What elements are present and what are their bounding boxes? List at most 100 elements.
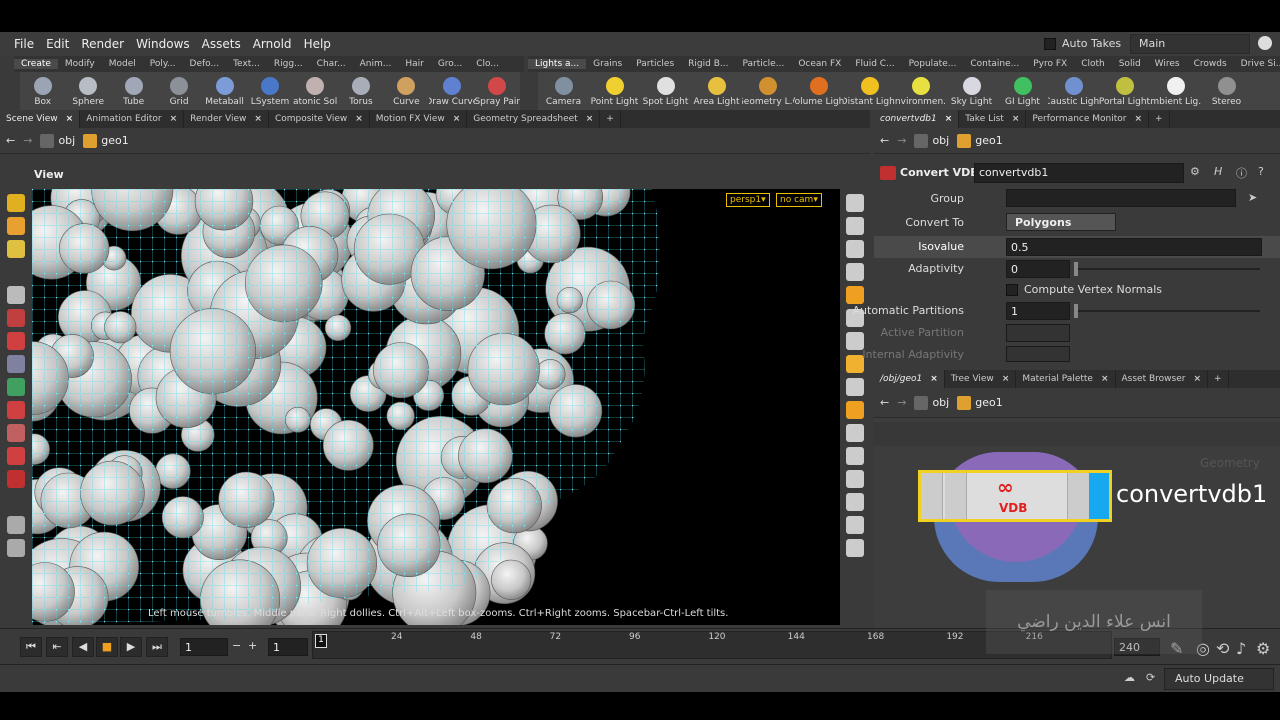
viewport-tool-icon[interactable] xyxy=(846,263,864,281)
menu-file[interactable]: File xyxy=(8,37,40,51)
viewport-tool-icon[interactable] xyxy=(846,447,864,465)
frame-marker[interactable]: 1 xyxy=(315,634,327,648)
back-arrow-icon[interactable]: ← xyxy=(880,134,889,147)
auto-update-select[interactable]: Auto Update xyxy=(1164,668,1274,690)
viewport-tool-icon[interactable] xyxy=(846,240,864,258)
desktop-select[interactable]: Main xyxy=(1130,34,1250,54)
breadcrumb-obj[interactable]: obj xyxy=(914,133,949,148)
shelf-tool-ambient-lig-[interactable]: Ambient Lig... xyxy=(1150,72,1201,110)
loop-icon[interactable]: ⟲ xyxy=(1216,639,1229,658)
back-arrow-icon[interactable]: ← xyxy=(6,134,15,147)
shelf-tab[interactable]: Hair xyxy=(398,59,430,69)
shelf-tab[interactable]: Fluid C... xyxy=(848,59,901,69)
shelf-tool-gi-light[interactable]: GI Light xyxy=(997,72,1048,110)
shelf-tab[interactable]: Create xyxy=(14,59,58,69)
start-frame-field[interactable]: 1 xyxy=(268,638,308,656)
breadcrumb-geo1[interactable]: geo1 xyxy=(957,395,1003,410)
viewport-tool-icon[interactable] xyxy=(846,378,864,396)
auto-takes-checkbox[interactable] xyxy=(1044,37,1056,50)
viewport-tool-icon[interactable] xyxy=(7,286,25,304)
compute-normals-checkbox[interactable] xyxy=(1006,284,1018,296)
step-back-key-button[interactable]: ⇤ xyxy=(46,637,68,657)
shelf-tab[interactable]: Grains xyxy=(586,59,629,69)
close-icon[interactable]: × xyxy=(453,110,461,128)
audio-icon[interactable]: ♪ xyxy=(1236,639,1246,658)
menu-render[interactable]: Render xyxy=(75,37,130,51)
increment-icon[interactable]: + xyxy=(248,639,257,652)
viewport-tool-icon[interactable] xyxy=(7,447,25,465)
shelf-tool-spot-light[interactable]: Spot Light xyxy=(640,72,691,110)
viewport-tool-icon[interactable] xyxy=(7,217,25,235)
viewport-tool-icon[interactable] xyxy=(7,539,25,557)
shelf-tab[interactable]: Char... xyxy=(310,59,353,69)
adaptivity-field[interactable]: 0 xyxy=(1006,260,1070,278)
auto-partitions-field[interactable]: 1 xyxy=(1006,302,1070,320)
decrement-icon[interactable]: − xyxy=(232,639,241,652)
template-flag[interactable] xyxy=(1067,473,1089,519)
shelf-tab[interactable]: Crowds xyxy=(1187,59,1234,69)
viewport-tool-icon[interactable] xyxy=(846,424,864,442)
stop-button[interactable]: ■ xyxy=(96,637,118,657)
shelf-tab[interactable]: Anim... xyxy=(353,59,399,69)
jump-start-button[interactable]: ⏮ xyxy=(20,637,42,657)
close-icon[interactable]: × xyxy=(254,110,262,128)
shelf-tool-draw-curve[interactable]: Draw Curve xyxy=(429,72,475,110)
shelf-tab[interactable]: Clo... xyxy=(469,59,506,69)
shelf-tab[interactable]: Solid xyxy=(1112,59,1148,69)
tab-scene-view[interactable]: Scene View × xyxy=(0,110,81,128)
close-icon[interactable]: × xyxy=(1101,370,1109,388)
shelf-tool-sphere[interactable]: Sphere xyxy=(65,72,110,110)
shelf-tool-sky-light[interactable]: Sky Light xyxy=(946,72,997,110)
shelf-tab[interactable]: Lights a... xyxy=(528,59,587,69)
help-icon[interactable] xyxy=(1258,36,1272,50)
shelf-tab[interactable]: Drive Si... xyxy=(1234,59,1280,69)
shelf-tab[interactable]: Model xyxy=(102,59,143,69)
shelf-tab[interactable]: Gro... xyxy=(431,59,469,69)
shelf-tool-area-light[interactable]: Area Light xyxy=(691,72,742,110)
convertvdb-node[interactable]: ∞ VDB xyxy=(918,470,1112,522)
no-cam-menu[interactable]: no cam▾ xyxy=(776,193,822,207)
shelf-tab[interactable]: Poly... xyxy=(143,59,183,69)
shelf-tool-camera[interactable]: Camera xyxy=(538,72,589,110)
group-field[interactable] xyxy=(1006,189,1236,207)
shelf-tool-torus[interactable]: Torus xyxy=(338,72,383,110)
tab-motion-fx-view[interactable]: Motion FX View × xyxy=(370,110,468,128)
tab-material-palette[interactable]: Material Palette × xyxy=(1016,370,1116,388)
viewport-tool-icon[interactable] xyxy=(846,332,864,350)
close-icon[interactable]: × xyxy=(1193,370,1201,388)
close-icon[interactable]: × xyxy=(1012,110,1020,128)
auto-takes-toggle[interactable]: Auto Takes xyxy=(1044,37,1121,50)
viewport-tool-icon[interactable] xyxy=(7,240,25,258)
menu-arnold[interactable]: Arnold xyxy=(247,37,298,51)
info-icon[interactable]: ⓘ xyxy=(1236,165,1247,181)
isovalue-field[interactable]: 0.5 xyxy=(1006,238,1262,256)
forward-arrow-icon[interactable]: → xyxy=(897,396,906,409)
close-icon[interactable]: × xyxy=(930,370,938,388)
shelf-tab[interactable]: Rigid B... xyxy=(681,59,735,69)
viewport-tool-icon[interactable] xyxy=(846,286,864,304)
node-name-field[interactable]: convertvdb1 xyxy=(974,163,1184,183)
tab-render-view[interactable]: Render View × xyxy=(184,110,269,128)
shelf-tool-spray-pair[interactable]: Spray Pair xyxy=(475,72,520,110)
settings-icon[interactable]: ⚙ xyxy=(1256,639,1270,658)
shelf-tab[interactable]: Containe... xyxy=(963,59,1026,69)
shelf-tool-caustic-light[interactable]: Caustic Light xyxy=(1048,72,1099,110)
shelf-tool-metaball[interactable]: Metaball xyxy=(202,72,247,110)
shelf-tab[interactable]: Particles xyxy=(629,59,681,69)
camera-menu[interactable]: persp1▾ xyxy=(726,193,770,207)
shelf-tool-portal-light[interactable]: Portal Light xyxy=(1099,72,1150,110)
menu-assets[interactable]: Assets xyxy=(196,37,247,51)
breadcrumb-geo1[interactable]: geo1 xyxy=(957,133,1003,148)
shelf-tab[interactable]: Cloth xyxy=(1074,59,1112,69)
shelf-tab[interactable]: Populate... xyxy=(902,59,964,69)
viewport-tool-icon[interactable] xyxy=(7,401,25,419)
viewport-tool-icon[interactable] xyxy=(7,378,25,396)
shelf-tab[interactable]: Modify xyxy=(58,59,102,69)
display-flag[interactable] xyxy=(1089,473,1109,519)
cloud-icon[interactable]: ☁ xyxy=(1124,671,1135,684)
viewport-tool-icon[interactable] xyxy=(7,493,25,511)
viewport-tool-icon[interactable] xyxy=(846,493,864,511)
viewport-tool-icon[interactable] xyxy=(846,539,864,557)
jump-end-button[interactable]: ⏭ xyxy=(146,637,168,657)
menu-edit[interactable]: Edit xyxy=(40,37,75,51)
